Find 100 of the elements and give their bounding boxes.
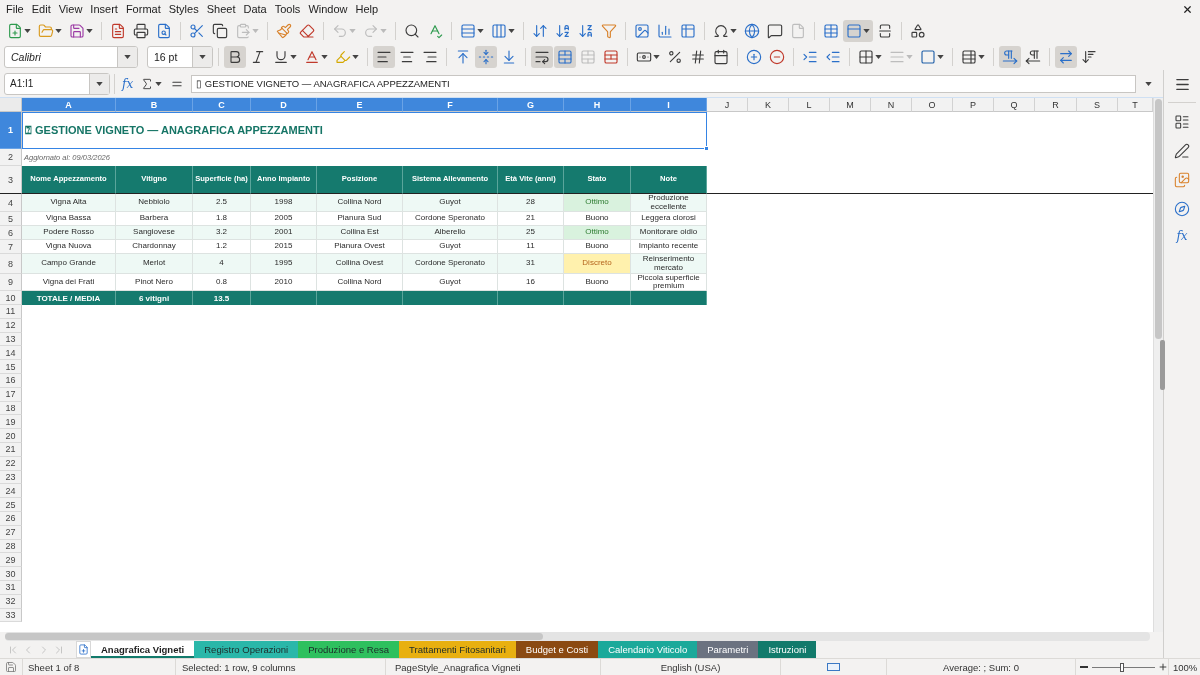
image-icon [634,22,650,39]
row-number[interactable]: 1 [0,112,22,149]
language[interactable]: English (USA) [660,661,721,673]
column-letter[interactable]: M [830,98,871,112]
menu-item[interactable]: File [2,2,28,16]
font-name-field[interactable]: Calibri [4,45,138,68]
row-number[interactable]: 3 [0,166,22,194]
column-letter[interactable]: T [1118,98,1153,112]
row-number[interactable]: 4 [0,194,22,212]
column-letter[interactable]: C [193,98,251,112]
column-letter[interactable]: B [116,98,193,112]
column-letter[interactable]: J [707,98,748,112]
row-number[interactable]: 24 [0,484,22,499]
formula-input[interactable]: ▯ GESTIONE VIGNETO — ANAGRAFICA APPEZZAMENTI [191,74,1136,93]
rectangle-icon[interactable] [827,663,840,671]
dropdown-button[interactable] [89,73,109,94]
column-letter[interactable]: A [22,98,116,112]
menu-item[interactable]: Insert [86,2,122,16]
sheet-tab[interactable]: Parametri [697,641,759,658]
row-number[interactable]: 19 [0,415,22,430]
column-letter[interactable]: Q [994,98,1035,112]
sheet-tab[interactable]: Istruzioni [758,641,817,658]
sheet-tab[interactable]: Registro Operazioni [194,641,299,658]
caret-icon [96,81,103,86]
column-letter[interactable]: G [498,98,564,112]
row-number[interactable]: 20 [0,429,22,443]
row-number[interactable]: 7 [0,240,22,254]
row-number[interactable]: 14 [0,346,22,361]
column-letter[interactable]: E [317,98,403,112]
row-number[interactable]: 11 [0,305,22,319]
menu-item[interactable]: Window [304,2,352,16]
zoom-percent[interactable]: 100% [1173,661,1198,673]
column-letter[interactable]: I [631,98,707,112]
rows-icon [460,22,476,39]
row-number[interactable]: 29 [0,553,22,568]
bold-button[interactable] [224,45,246,68]
row-number[interactable]: 10 [0,291,22,305]
menu-item[interactable]: Styles [164,2,203,16]
sidebar-handle[interactable] [1160,340,1165,390]
zoom-in-button[interactable] [1158,661,1168,673]
align-left-button[interactable] [373,45,395,68]
sheet-tab[interactable]: Anagrafica Vigneti [91,641,195,658]
function-wizard-button[interactable]: fx [119,76,137,91]
menu-item[interactable]: Help [351,2,383,16]
column-letter[interactable]: H [564,98,631,112]
row-number[interactable]: 8 [0,254,22,274]
scrollbar-thumb[interactable] [1155,99,1162,339]
row-number[interactable]: 5 [0,212,22,226]
file-plus-icon [7,22,23,39]
dropdown-button[interactable] [117,46,137,67]
text-direction-button[interactable] [1055,45,1077,68]
column-letter[interactable]: S [1077,98,1118,112]
menu-item[interactable]: Data [239,2,271,16]
font-size-field[interactable]: 16 pt [147,45,213,68]
sheet-tab[interactable]: Produzione e Resa [298,641,400,658]
square-icon [920,48,936,65]
column-letter[interactable]: R [1035,98,1077,112]
scrollbar-thumb[interactable] [5,633,543,640]
dropdown-button[interactable] [192,46,212,67]
caret-icon [508,28,515,33]
vertical-scrollbar[interactable] [1153,98,1163,632]
name-box[interactable]: A1:I1 [4,72,110,95]
horizontal-scrollbar[interactable] [5,632,1150,641]
sheet-tab[interactable]: Trattamenti Fitosanitari [399,641,516,658]
row-number[interactable]: 30 [0,567,22,581]
total-cell [251,291,317,305]
column-letter[interactable]: O [912,98,953,112]
menu-item[interactable]: View [54,2,87,16]
wrap-text-button[interactable] [531,45,553,68]
table-cell: 3.2 [193,226,251,240]
menu-item[interactable]: Tools [270,2,305,16]
caret-icon [906,54,913,59]
zoom-thumb[interactable] [1120,662,1125,672]
align-middle-button[interactable] [475,45,497,68]
column-letter[interactable]: K [748,98,789,112]
column-letter[interactable]: F [403,98,498,112]
menu-item[interactable]: Edit [27,2,55,16]
left-to-right-button[interactable] [999,45,1021,68]
column-letter[interactable]: N [871,98,912,112]
row-number[interactable]: 15 [0,360,22,374]
images-icon [1174,172,1190,188]
page-style[interactable]: PageStyle_Anagrafica Vigneti [395,661,521,673]
freeze-rows-button[interactable] [843,19,873,42]
functions-button[interactable]: fx [1173,229,1191,243]
table-cell: Guyot [403,194,498,212]
row-number[interactable]: 2 [0,149,22,166]
table-cell: 16 [498,274,564,291]
column-letter[interactable]: L [789,98,830,112]
menu-item[interactable]: Sheet [202,2,240,16]
row-number[interactable]: 9 [0,274,22,291]
fill-handle[interactable] [704,146,709,151]
add-sheet-button[interactable] [76,641,91,658]
column-letter[interactable]: P [953,98,994,112]
row-number[interactable]: 25 [0,498,22,512]
grid-icon [823,22,839,39]
column-letter[interactable]: D [251,98,317,112]
sheet-tab[interactable]: Budget e Costi [515,641,599,658]
menu-item[interactable]: Format [121,2,165,16]
table-cell: Pianura Ovest [317,240,403,254]
row-number[interactable]: 6 [0,226,22,240]
